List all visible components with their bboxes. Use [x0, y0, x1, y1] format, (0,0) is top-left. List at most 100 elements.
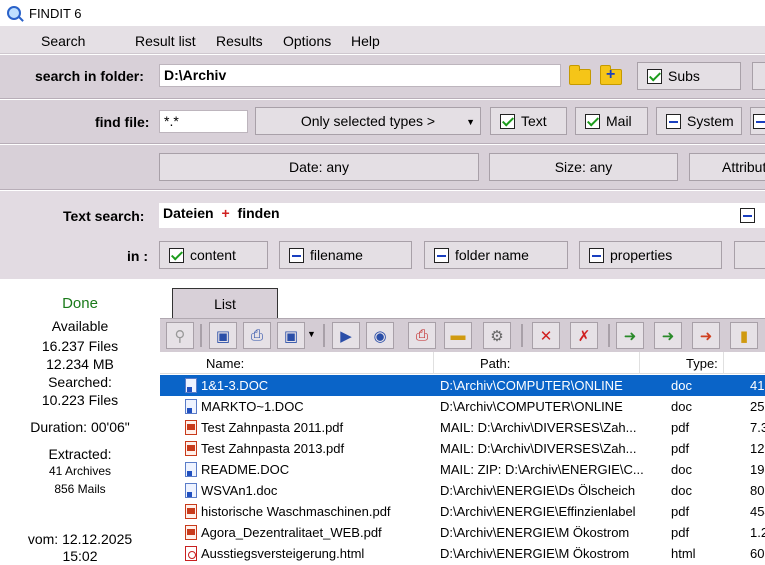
row-size: 19: [750, 462, 765, 477]
column-type[interactable]: Type:: [686, 356, 718, 371]
column-divider[interactable]: [433, 352, 434, 374]
settings-gear-icon[interactable]: ⚙: [483, 322, 511, 349]
delete-x-icon[interactable]: ✕: [532, 322, 560, 349]
size-filter-button[interactable]: Size: any: [489, 153, 678, 181]
column-name[interactable]: Name:: [206, 356, 244, 371]
pdf-file-icon: [185, 441, 197, 456]
row-name: README.DOC: [201, 462, 290, 477]
file-pattern-input[interactable]: *.*: [159, 110, 248, 133]
folder-band: search in folder: D:\Archiv Subs: [0, 55, 765, 99]
checkbox-unchecked-icon: [434, 247, 449, 263]
properties-checkbox[interactable]: properties: [579, 241, 722, 269]
row-size: 12.59: [750, 441, 765, 456]
checkbox-checked-icon: [169, 247, 184, 263]
column-path[interactable]: Path:: [480, 356, 510, 371]
table-row[interactable]: WSVAn1.doc D:\Archiv\ENERGIE\Ds Ölscheic…: [160, 480, 765, 501]
search-operator: +: [221, 205, 230, 221]
row-name: WSVAn1.doc: [201, 483, 278, 498]
extracted-archives: 41 Archives: [48, 464, 112, 478]
play-icon[interactable]: ▶: [332, 322, 360, 349]
row-name: Test Zahnpasta 2013.pdf: [201, 441, 345, 456]
table-row[interactable]: 1&1-3.DOC D:\Archiv\COMPUTER\ONLINE doc …: [160, 375, 765, 396]
table-row[interactable]: historische Waschmaschinen.pdf D:\Archiv…: [160, 501, 765, 522]
preview-eye-icon[interactable]: ◉: [366, 322, 394, 349]
save-dropdown-arrow-icon[interactable]: ▼: [307, 329, 316, 339]
text-search-input[interactable]: Dateien + finden: [159, 203, 765, 228]
extracted-label: Extracted:: [48, 446, 112, 462]
row-path: MAIL: D:\Archiv\DIVERSES\Zah...: [440, 420, 637, 435]
toolbar-separator: [608, 324, 610, 347]
menu-results[interactable]: Results: [216, 33, 263, 49]
find-file-label: find file:: [95, 114, 150, 130]
search-term-1: Dateien: [163, 205, 214, 221]
date-filter-button[interactable]: Date: any: [159, 153, 479, 181]
browse-folder-icon[interactable]: [569, 65, 591, 85]
row-type: doc: [671, 399, 692, 414]
print-file-icon[interactable]: ⎙: [408, 322, 436, 349]
searched-label: Searched:: [48, 374, 112, 390]
row-type: pdf: [671, 504, 690, 519]
table-row[interactable]: README.DOC MAIL: ZIP: D:\Archiv\ENERGIE\…: [160, 459, 765, 480]
export-icon[interactable]: ➜: [692, 322, 720, 349]
options-checkbox-icon[interactable]: [740, 208, 755, 223]
menu-search[interactable]: Search: [41, 33, 85, 49]
zoom-icon[interactable]: ⚲: [166, 322, 194, 349]
row-size: 7.34: [750, 420, 765, 435]
subs-label: Subs: [668, 68, 700, 84]
system-label: System: [687, 113, 734, 129]
add-folder-icon[interactable]: [600, 65, 622, 85]
doc-file-icon: [185, 378, 197, 393]
column-divider[interactable]: [639, 352, 640, 374]
text-search-band: Text search: Dateien + finden in : conte…: [0, 191, 765, 279]
column-divider[interactable]: [723, 352, 724, 374]
pdf-file-icon: [185, 504, 197, 519]
attribute-filter-button[interactable]: Attribut: [689, 153, 765, 181]
available-size: 12.234 MB: [46, 356, 114, 372]
save-as-icon[interactable]: ▣: [277, 322, 305, 349]
tab-list[interactable]: List: [172, 288, 278, 319]
menu-result-list[interactable]: Result list: [135, 33, 196, 49]
table-row[interactable]: Test Zahnpasta 2011.pdf MAIL: D:\Archiv\…: [160, 417, 765, 438]
table-row[interactable]: Ausstiegsversteigerung.html D:\Archiv\EN…: [160, 543, 765, 564]
properties-label: properties: [610, 247, 673, 263]
more-checkbox[interactable]: [750, 107, 765, 135]
system-checkbox[interactable]: System: [656, 107, 742, 135]
table-row[interactable]: MARKTO~1.DOC D:\Archiv\COMPUTER\ONLINE d…: [160, 396, 765, 417]
content-checkbox[interactable]: content: [159, 241, 268, 269]
filename-checkbox[interactable]: filename: [279, 241, 412, 269]
text-checkbox[interactable]: Text: [490, 107, 567, 135]
result-list: Name: Path: Type: 1&1-3.DOC D:\Archiv\CO…: [160, 352, 765, 565]
folder-name-label: folder name: [455, 247, 529, 263]
text-search-label: Text search:: [63, 208, 145, 224]
overflow-button[interactable]: [752, 62, 765, 90]
table-row[interactable]: Test Zahnpasta 2013.pdf MAIL: D:\Archiv\…: [160, 438, 765, 459]
delete-file-icon[interactable]: ✗: [570, 322, 598, 349]
result-date: vom: 12.12.2025: [27, 531, 133, 547]
row-type: doc: [671, 378, 692, 393]
copy-to-icon[interactable]: ➜: [616, 322, 644, 349]
row-type: pdf: [671, 525, 690, 540]
save-icon[interactable]: ▣: [209, 322, 237, 349]
row-path: D:\Archiv\ENERGIE\M Ökostrom: [440, 546, 630, 561]
row-name: historische Waschmaschinen.pdf: [201, 504, 391, 519]
archive-icon[interactable]: ▮: [730, 322, 758, 349]
dropdown-arrow-icon: ▼: [466, 117, 475, 127]
menu-options[interactable]: Options: [283, 33, 331, 49]
more-targets-button[interactable]: [734, 241, 765, 269]
available-label: Available: [51, 318, 109, 334]
table-row[interactable]: Agora_Dezentralitaet_WEB.pdf D:\Archiv\E…: [160, 522, 765, 543]
types-dropdown[interactable]: Only selected types > ▼: [255, 107, 481, 135]
status-panel: Done Available 16.237 Files 12.234 MB Se…: [0, 279, 160, 565]
mail-checkbox[interactable]: Mail: [575, 107, 648, 135]
mail-label: Mail: [606, 113, 632, 129]
row-name: Test Zahnpasta 2011.pdf: [201, 420, 344, 435]
folder-input[interactable]: D:\Archiv: [159, 64, 561, 87]
row-size: 60: [750, 546, 765, 561]
doc-file-icon: [185, 399, 197, 414]
move-to-icon[interactable]: ➜: [654, 322, 682, 349]
print-icon[interactable]: ⎙: [243, 322, 271, 349]
menu-help[interactable]: Help: [351, 33, 380, 49]
subs-checkbox[interactable]: Subs: [637, 62, 741, 90]
open-folder-icon[interactable]: ▬: [444, 322, 472, 349]
folder-name-checkbox[interactable]: folder name: [424, 241, 568, 269]
